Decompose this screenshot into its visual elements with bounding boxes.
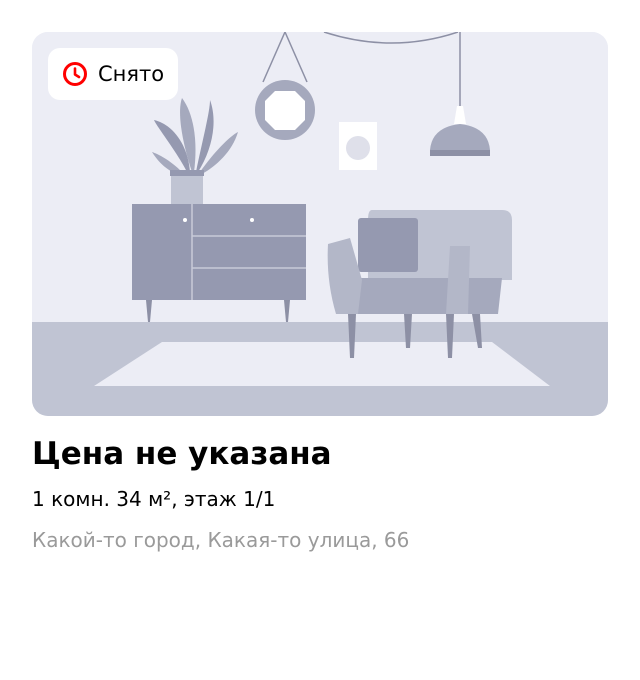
listing-card[interactable]: Снято Цена не указана 1 комн. 34 м², эта… (0, 0, 640, 680)
status-badge: Снято (48, 48, 179, 100)
listing-details: 1 комн. 34 м², этаж 1/1 (32, 487, 276, 511)
listing-address: Какой-то город, Какая-то улица, 66 (32, 528, 410, 552)
status-badge-label: Снято (98, 61, 165, 86)
rug (94, 342, 550, 386)
wall-picture (339, 122, 377, 170)
listing-price: Цена не указана (32, 436, 332, 472)
clock-icon (63, 62, 87, 86)
